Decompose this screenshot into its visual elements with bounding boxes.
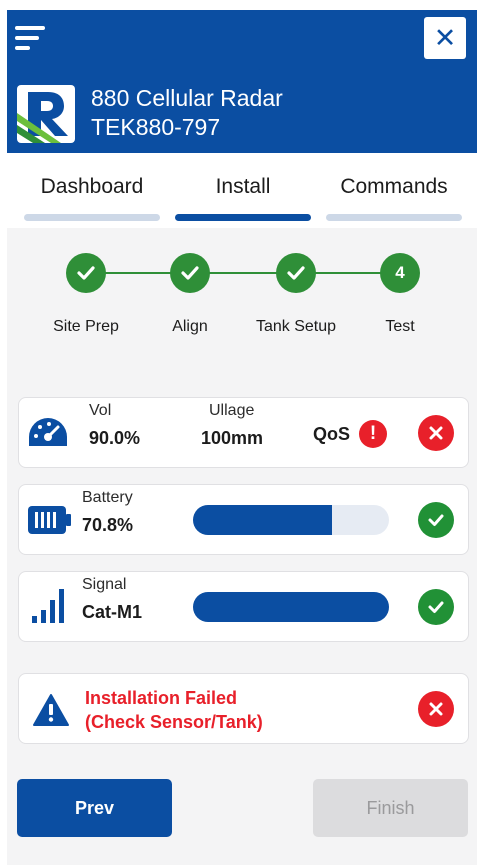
tab-bar: Dashboard Install Commands [7, 153, 477, 228]
step-align-check-icon [170, 253, 210, 293]
signal-label: Signal [82, 576, 127, 593]
battery-level-bar [193, 505, 389, 535]
close-button[interactable]: ✕ [424, 17, 466, 59]
finish-button: Finish [313, 779, 468, 837]
step-test-number: 4 [380, 253, 420, 293]
alert-message: Installation Failed (Check Sensor/Tank) [85, 686, 263, 734]
step-tank-setup-check-icon [276, 253, 316, 293]
device-name: 880 Cellular Radar [91, 85, 283, 111]
tab-label: Dashboard [40, 175, 144, 198]
alert-line-1: Installation Failed [85, 688, 238, 708]
tab-label: Install [215, 175, 271, 198]
tab-label: Commands [340, 175, 448, 198]
tab-commands[interactable]: Commands [326, 153, 462, 228]
alert-line-2: (Check Sensor/Tank) [85, 712, 263, 732]
step-label-test: Test [385, 318, 415, 335]
device-title: 880 Cellular Radar TEK880-797 [91, 84, 283, 142]
battery-ok-icon[interactable] [418, 502, 454, 538]
signal-level-bar [193, 592, 389, 622]
vol-label: Vol [89, 402, 112, 419]
alert-fail-icon[interactable] [418, 691, 454, 727]
hamburger-menu-icon[interactable] [15, 24, 49, 54]
step-site-prep-check-icon [66, 253, 106, 293]
ullage-label: Ullage [209, 402, 255, 419]
step-label-tank-setup: Tank Setup [255, 318, 337, 335]
level-card: Vol 90.0% Ullage 100mm QoS ! [18, 397, 469, 468]
brand-logo [17, 85, 75, 143]
tab-indicator [326, 214, 462, 221]
qos-alert-icon[interactable]: ! [359, 420, 387, 448]
signal-level-fill [193, 592, 389, 622]
qos-label: QoS [313, 424, 351, 444]
ullage-value: 100mm [201, 428, 264, 448]
tab-indicator [24, 214, 160, 221]
vol-value: 90.0% [89, 428, 141, 448]
tab-dashboard[interactable]: Dashboard [24, 153, 160, 228]
battery-level-fill [193, 505, 332, 535]
stepper-line [104, 272, 413, 274]
signal-value: Cat-M1 [82, 602, 143, 622]
battery-value: 70.8% [82, 515, 134, 535]
installation-alert-card: Installation Failed (Check Sensor/Tank) [18, 673, 469, 744]
warning-icon [32, 693, 70, 732]
signal-card: Signal Cat-M1 [18, 571, 469, 642]
battery-label: Battery [82, 489, 133, 506]
install-stepper: 4 Site Prep Align Tank Setup Test [7, 228, 477, 353]
tab-indicator [175, 214, 311, 221]
signal-strength-icon [30, 586, 70, 631]
signal-ok-icon[interactable] [418, 589, 454, 625]
app-header: ✕ 880 Cellular Radar TEK880-797 [7, 10, 477, 153]
device-id: TEK880-797 [91, 114, 221, 140]
step-label-site-prep: Site Prep [53, 318, 119, 335]
tab-install[interactable]: Install [175, 153, 311, 228]
prev-button[interactable]: Prev [17, 779, 172, 837]
close-icon: ✕ [433, 23, 457, 53]
step-label-align: Align [172, 318, 208, 335]
gauge-icon [27, 416, 69, 453]
battery-card: Battery 70.8% [18, 484, 469, 555]
level-fail-icon[interactable] [418, 415, 454, 451]
battery-icon [27, 505, 73, 540]
